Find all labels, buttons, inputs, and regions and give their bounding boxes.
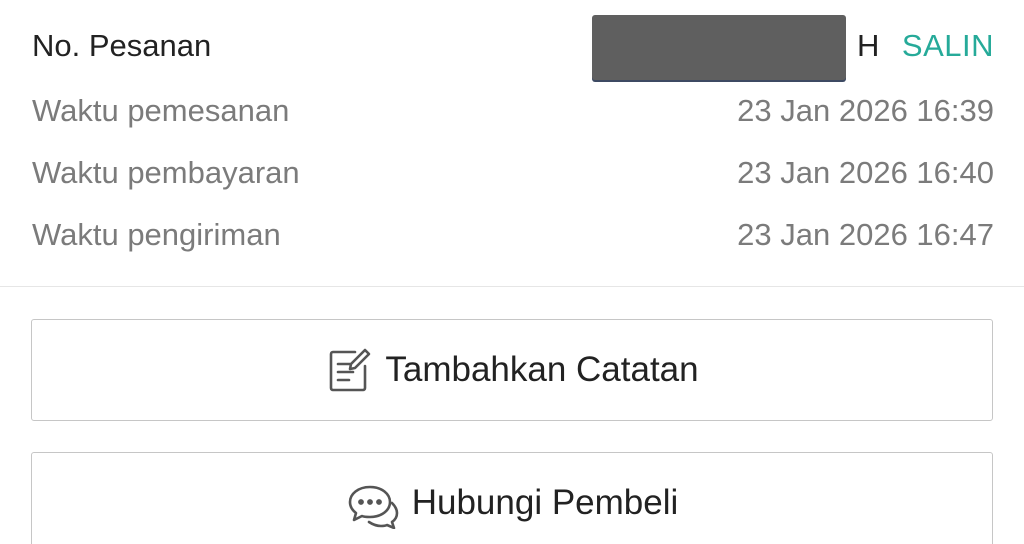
order-time-row: Waktu pemesanan 23 Jan 2026 16:39: [32, 91, 994, 131]
edit-note-icon: [325, 346, 373, 394]
contact-buyer-label: Hubungi Pembeli: [411, 483, 679, 522]
add-note-button[interactable]: Tambahkan Catatan: [31, 319, 993, 421]
shipping-time-row: Waktu pengiriman 23 Jan 2026 16:47: [32, 215, 994, 255]
order-time-label: Waktu pemesanan: [32, 93, 290, 128]
redaction-block: [592, 15, 846, 80]
order-number-row: No. Pesanan 2H SALIN: [32, 26, 994, 66]
section-divider: [0, 286, 1024, 287]
shipping-time-value: 23 Jan 2026 16:47: [737, 217, 994, 252]
contact-buyer-button[interactable]: Hubungi Pembeli: [31, 452, 993, 544]
order-time-value: 23 Jan 2026 16:39: [737, 93, 994, 128]
shipping-time-label: Waktu pengiriman: [32, 217, 281, 252]
copy-order-number-button[interactable]: SALIN: [902, 28, 994, 64]
add-note-label: Tambahkan Catatan: [385, 350, 699, 389]
payment-time-label: Waktu pembayaran: [32, 155, 300, 190]
payment-time-row: Waktu pembayaran 23 Jan 2026 16:40: [32, 153, 994, 193]
order-info-section: No. Pesanan 2H SALIN Waktu pemesanan 23 …: [0, 0, 1024, 287]
order-detail-page: No. Pesanan 2H SALIN Waktu pemesanan 23 …: [0, 0, 1024, 544]
chat-bubbles-icon: [346, 483, 400, 529]
order-number-end: H: [857, 28, 880, 63]
payment-time-value: 23 Jan 2026 16:40: [737, 155, 994, 190]
order-number-label: No. Pesanan: [32, 28, 212, 63]
